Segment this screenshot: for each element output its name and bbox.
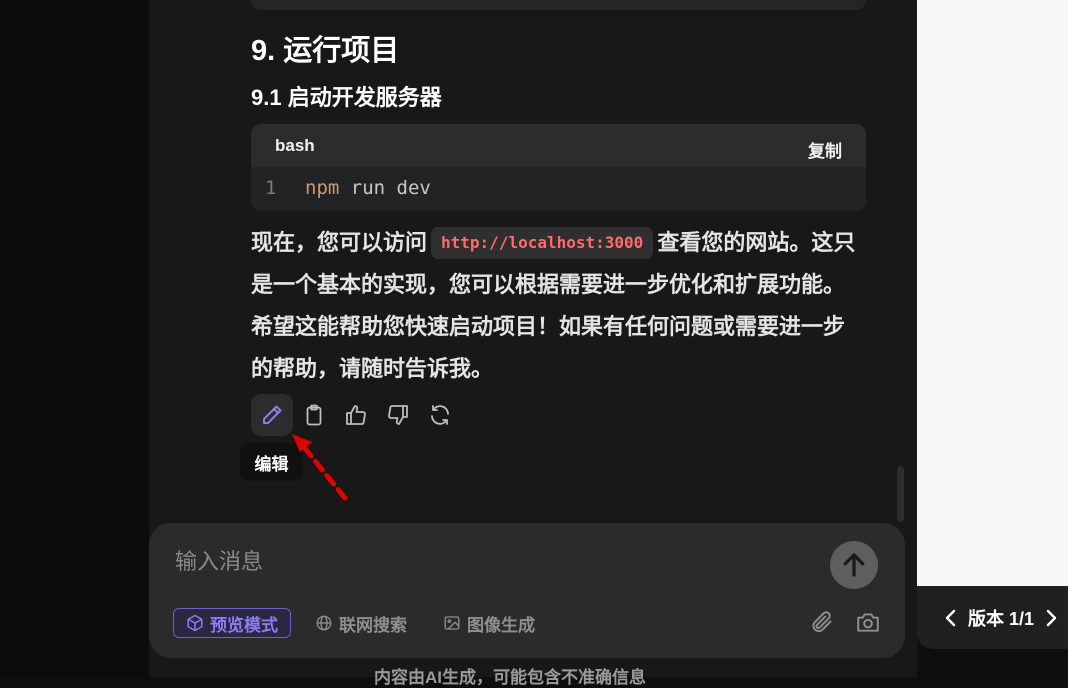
- thumbs-up-icon: [346, 405, 366, 425]
- chat-scrollbar[interactable]: [897, 466, 904, 522]
- chevron-left-icon[interactable]: [941, 606, 961, 630]
- refresh-icon: [431, 405, 449, 425]
- code-line: npm run dev: [305, 177, 431, 199]
- paperclip-icon[interactable]: [809, 609, 835, 635]
- camera-icon[interactable]: [855, 609, 881, 635]
- regenerate-button[interactable]: [419, 394, 461, 436]
- code-command-token: npm: [305, 177, 340, 199]
- message-paragraph: 现在，您可以访问 http://localhost:3000 查看您的网站。这只是一…: [251, 222, 866, 390]
- subsection-heading: 9.1 启动开发服务器: [251, 85, 442, 110]
- line-number: 1: [265, 177, 277, 199]
- message-input[interactable]: [173, 541, 777, 583]
- globe-icon: [316, 615, 332, 631]
- code-body: 1 npm run dev: [251, 167, 866, 211]
- like-button[interactable]: [335, 394, 377, 436]
- thumbs-down-icon: [388, 405, 408, 425]
- left-sidebar-strip: [0, 0, 149, 677]
- message-actions: [251, 394, 461, 436]
- composer-tools: 预览模式 联网搜索 图像生成: [173, 608, 571, 638]
- ai-disclaimer: 内容由AI生成，可能包含不准确信息: [374, 668, 646, 687]
- dislike-button[interactable]: [377, 394, 419, 436]
- section-heading: 9. 运行项目: [251, 35, 400, 67]
- code-language-label: bash: [275, 136, 315, 155]
- pencil-icon: [263, 405, 282, 424]
- image-generation-label: 图像生成: [467, 615, 535, 635]
- clipboard-icon: [306, 404, 322, 426]
- code-block-header: bash 复制: [251, 124, 866, 167]
- previous-code-block: [251, 0, 866, 10]
- image-icon: [444, 616, 460, 630]
- code-args-token: run dev: [339, 177, 431, 199]
- web-search-label: 联网搜索: [339, 615, 407, 635]
- arrow-up-icon: [843, 553, 865, 577]
- image-generation-toggle[interactable]: 图像生成: [443, 609, 535, 637]
- edit-tooltip: 编辑: [240, 443, 303, 481]
- copy-message-button[interactable]: [293, 394, 335, 436]
- edit-button[interactable]: [251, 394, 293, 436]
- para-text-before: 现在，您可以访问: [251, 230, 428, 255]
- copy-code-button[interactable]: 复制: [808, 137, 842, 162]
- inline-code-url: http://localhost:3000: [431, 227, 654, 259]
- code-block: bash 复制 1 npm run dev: [251, 124, 866, 211]
- cube-icon: [187, 614, 203, 632]
- version-switcher: 版本 1/1: [917, 586, 1068, 649]
- preview-mode-label: 预览模式: [210, 615, 278, 635]
- web-search-toggle[interactable]: 联网搜索: [315, 609, 407, 637]
- composer-right-icons: [809, 609, 881, 635]
- version-label: 版本 1/1: [968, 609, 1035, 629]
- send-button[interactable]: [830, 541, 878, 589]
- message-composer: 预览模式 联网搜索 图像生成: [149, 523, 905, 658]
- preview-mode-toggle[interactable]: 预览模式: [173, 608, 291, 638]
- chevron-right-icon[interactable]: [1041, 606, 1061, 630]
- preview-panel: [917, 0, 1068, 586]
